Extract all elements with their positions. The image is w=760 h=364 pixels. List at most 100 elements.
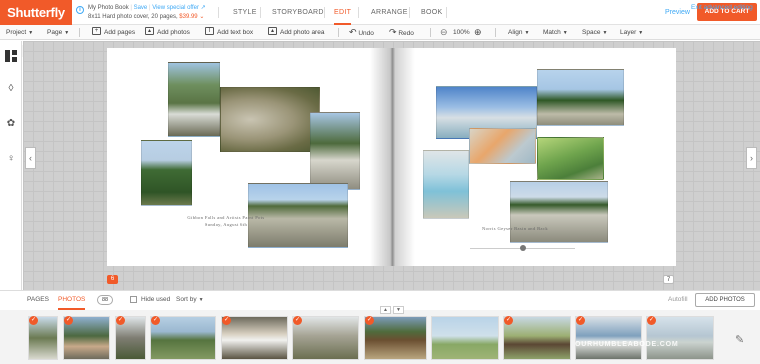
add-photos-toolbar-button[interactable]: ▴ Add photos bbox=[145, 25, 190, 40]
previous-page-arrow[interactable]: ‹ bbox=[25, 147, 36, 169]
filmstrip-thumbnail[interactable] bbox=[646, 316, 714, 360]
used-check-icon: ✓ bbox=[151, 316, 160, 325]
used-check-icon: ✓ bbox=[116, 316, 125, 325]
add-text-box-label: Add text box bbox=[217, 29, 254, 36]
next-page-arrow[interactable]: › bbox=[746, 147, 757, 169]
sort-by-menu[interactable]: Sort by ▼ bbox=[176, 290, 204, 310]
divider bbox=[218, 7, 219, 18]
divider bbox=[430, 28, 431, 37]
hide-used-label[interactable]: Hide used bbox=[141, 290, 170, 310]
used-check-icon: ✓ bbox=[365, 316, 374, 325]
used-check-icon: ✓ bbox=[647, 316, 656, 325]
divider bbox=[260, 7, 261, 18]
hide-used-checkbox[interactable] bbox=[130, 296, 137, 303]
ideas-bulb-icon[interactable]: ♀ bbox=[5, 153, 17, 165]
used-check-icon: ✓ bbox=[293, 316, 302, 325]
zoom-out-button[interactable]: ⊖ bbox=[440, 25, 448, 40]
tab-pages[interactable]: PAGES bbox=[27, 290, 49, 310]
left-caption-title[interactable]: Gibbon Falls and Artists Paint Pots bbox=[170, 215, 282, 220]
price-dropdown-icon[interactable]: ⌄ bbox=[199, 14, 204, 20]
filmstrip-thumbnail[interactable] bbox=[221, 316, 288, 360]
book-price: $39.99 bbox=[179, 14, 198, 20]
match-menu[interactable]: Match ▼ bbox=[543, 25, 568, 40]
add-text-box-button[interactable]: T Add text box bbox=[205, 25, 253, 40]
project-menu[interactable]: Project ▼ bbox=[6, 25, 33, 40]
tab-book[interactable]: BOOK bbox=[421, 0, 442, 25]
caret-down-icon: ▼ bbox=[562, 30, 568, 36]
divider bbox=[358, 7, 359, 18]
caret-down-icon: ▼ bbox=[638, 30, 644, 36]
redo-label: Redo bbox=[398, 30, 414, 37]
redo-icon: ↷ bbox=[389, 27, 397, 37]
photo-colored-pool[interactable] bbox=[469, 128, 536, 164]
shutterfly-logo[interactable]: Shutterfly bbox=[0, 0, 72, 25]
photo-count-badge: 88 bbox=[97, 295, 113, 305]
external-link-icon: ↗ bbox=[200, 5, 206, 11]
used-check-icon: ✓ bbox=[64, 316, 73, 325]
zoom-in-button[interactable]: ⊕ bbox=[474, 25, 482, 40]
filmstrip-thumbnail[interactable] bbox=[292, 316, 359, 360]
tab-edit[interactable]: EDIT bbox=[334, 0, 352, 25]
match-label: Match bbox=[543, 29, 561, 36]
rotate-handle[interactable] bbox=[520, 245, 526, 251]
left-caption-date[interactable]: Sunday, August 6th bbox=[170, 222, 282, 227]
photo-steam-vent[interactable] bbox=[310, 112, 360, 190]
save-link[interactable]: Save bbox=[134, 5, 148, 11]
special-offer-link[interactable]: View special offer bbox=[152, 5, 199, 11]
embellishments-icon[interactable]: ✿ bbox=[5, 118, 17, 130]
photo-geyser-forest[interactable] bbox=[537, 69, 624, 126]
image-icon: ▴ bbox=[145, 27, 154, 36]
layer-label: Layer bbox=[620, 29, 637, 36]
tab-storyboard[interactable]: STORYBOARD bbox=[272, 0, 324, 25]
layer-menu[interactable]: Layer ▼ bbox=[620, 25, 643, 40]
space-label: Space bbox=[582, 29, 601, 36]
caret-down-icon: ▼ bbox=[602, 30, 608, 36]
zoom-in-icon: ⊕ bbox=[474, 27, 482, 37]
undo-icon: ↶ bbox=[349, 27, 357, 37]
book-specs: 8x11 Hard photo cover, 20 pages, bbox=[88, 14, 178, 20]
page-menu[interactable]: Page ▼ bbox=[47, 25, 69, 40]
add-pages-icon: + bbox=[92, 27, 101, 36]
add-photo-area-label: Add photo area bbox=[280, 29, 325, 36]
exit-advanced-editing-link[interactable]: Exit advanced editing bbox=[691, 0, 753, 15]
collapse-up-icon[interactable]: ▲ bbox=[380, 306, 391, 314]
photo-green-mat[interactable] bbox=[537, 137, 604, 180]
filmstrip-thumbnail[interactable] bbox=[150, 316, 216, 360]
add-pages-button[interactable]: + Add pages bbox=[92, 25, 135, 40]
filmstrip-thumbnail[interactable] bbox=[431, 316, 499, 360]
zoom-level: 100% bbox=[453, 29, 470, 36]
photo-steaming-basin[interactable] bbox=[510, 181, 608, 243]
project-menu-label: Project bbox=[6, 29, 27, 36]
right-caption[interactable]: Norris Geyser Basin and Back bbox=[470, 226, 560, 231]
filmstrip-thumbnail[interactable] bbox=[575, 316, 642, 360]
info-icon[interactable]: i bbox=[76, 6, 84, 14]
left-rail bbox=[0, 41, 22, 290]
undo-label: Undo bbox=[358, 30, 374, 37]
right-page-number[interactable]: 7 bbox=[663, 275, 674, 284]
photo-pine-trees[interactable] bbox=[141, 140, 192, 206]
preview-link[interactable]: Preview bbox=[665, 0, 690, 25]
redo-button[interactable]: ↷ Redo bbox=[389, 25, 414, 40]
tab-arrange[interactable]: ARRANGE bbox=[371, 0, 408, 25]
space-menu[interactable]: Space ▼ bbox=[582, 25, 607, 40]
photo-blue-pool[interactable] bbox=[423, 150, 469, 219]
layouts-icon[interactable] bbox=[5, 50, 17, 62]
align-menu[interactable]: Align ▼ bbox=[508, 25, 529, 40]
zoom-out-icon: ⊖ bbox=[440, 27, 448, 37]
add-photos-button[interactable]: ADD PHOTOS bbox=[695, 293, 755, 307]
backgrounds-icon[interactable]: ◊ bbox=[5, 83, 17, 95]
collapse-down-icon[interactable]: ▼ bbox=[393, 306, 404, 314]
tab-photos[interactable]: PHOTOS bbox=[58, 290, 86, 310]
left-page-number[interactable]: 6 bbox=[107, 275, 118, 284]
sort-by-label: Sort by bbox=[176, 296, 197, 303]
photo-waterfall[interactable] bbox=[168, 62, 220, 137]
used-check-icon: ✓ bbox=[504, 316, 513, 325]
autofill-link[interactable]: Autofill bbox=[668, 290, 688, 310]
add-photo-area-button[interactable]: ▴ Add photo area bbox=[268, 25, 324, 40]
undo-button[interactable]: ↶ Undo bbox=[349, 25, 374, 40]
tab-style[interactable]: STYLE bbox=[233, 0, 257, 25]
photo-paint-pots-1[interactable] bbox=[220, 87, 320, 152]
filmstrip-thumbnail[interactable] bbox=[503, 316, 571, 360]
align-label: Align bbox=[508, 29, 523, 36]
text-box-icon: T bbox=[205, 27, 214, 36]
